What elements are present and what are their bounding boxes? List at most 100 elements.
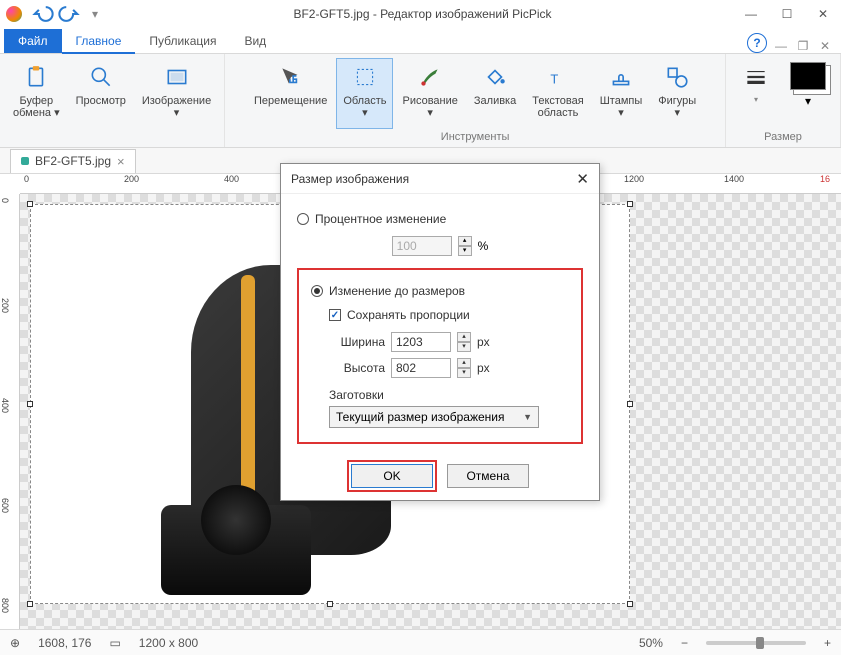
text-tool[interactable]: T Текстовая область bbox=[525, 58, 590, 129]
mdi-controls: — ❐ ✕ bbox=[773, 39, 833, 53]
preview-button[interactable]: Просмотр bbox=[69, 58, 133, 145]
handle-br[interactable] bbox=[627, 601, 633, 607]
zoom-out[interactable]: − bbox=[681, 636, 688, 650]
doc-tab-close[interactable]: × bbox=[117, 154, 125, 169]
dialog-close-button[interactable]: ✕ bbox=[576, 170, 589, 188]
presets-label: Заготовки bbox=[329, 388, 569, 402]
close-button[interactable]: ✕ bbox=[811, 7, 835, 21]
radio-percent-label: Процентное изменение bbox=[315, 212, 446, 226]
select-icon bbox=[351, 63, 379, 91]
tab-home[interactable]: Главное bbox=[62, 29, 136, 53]
ok-button[interactable]: OK bbox=[351, 464, 433, 488]
radio-pixels-label: Изменение до размеров bbox=[329, 284, 465, 298]
qat-more-button[interactable]: ▾ bbox=[84, 4, 106, 24]
group-size-label: Размер bbox=[764, 129, 802, 145]
image-icon bbox=[163, 63, 191, 91]
select-tool[interactable]: Область ▾ bbox=[336, 58, 393, 129]
width-input[interactable] bbox=[391, 332, 451, 352]
fill-tool[interactable]: Заливка bbox=[467, 58, 523, 129]
radio-icon bbox=[311, 285, 323, 297]
tab-publish[interactable]: Публикация bbox=[135, 29, 230, 53]
lines-icon bbox=[742, 63, 770, 91]
height-spinner[interactable]: ▴▾ bbox=[457, 358, 471, 378]
zoom-slider[interactable] bbox=[706, 641, 806, 645]
image-button[interactable]: Изображение ▾ bbox=[135, 58, 218, 145]
stroke-weight[interactable]: ▾ bbox=[732, 58, 780, 129]
quick-access-toolbar: ▾ bbox=[32, 4, 106, 24]
bucket-icon bbox=[481, 63, 509, 91]
radio-percent[interactable]: Процентное изменение bbox=[297, 212, 583, 226]
stamps-tool[interactable]: Штампы ▾ bbox=[593, 58, 650, 129]
foreground-color[interactable] bbox=[790, 62, 826, 90]
shapes-tool[interactable]: Фигуры ▾ bbox=[651, 58, 703, 129]
handle-ml[interactable] bbox=[27, 401, 33, 407]
handle-mr[interactable] bbox=[627, 401, 633, 407]
text-icon: T bbox=[544, 63, 572, 91]
mdi-close[interactable]: ✕ bbox=[817, 39, 833, 53]
handle-tr[interactable] bbox=[627, 201, 633, 207]
help-button[interactable]: ? bbox=[747, 33, 767, 53]
mdi-minimize[interactable]: — bbox=[773, 39, 789, 53]
draw-tool[interactable]: Рисование ▾ bbox=[395, 58, 464, 129]
doc-tab[interactable]: BF2-GFT5.jpg × bbox=[10, 149, 136, 173]
ribbon-tabs: Файл Главное Публикация Вид ? — ❐ ✕ bbox=[0, 28, 841, 54]
dialog-title: Размер изображения bbox=[291, 172, 576, 186]
keep-ratio-checkbox[interactable]: ✓ Сохранять пропорции bbox=[329, 308, 569, 322]
app-icon bbox=[6, 6, 22, 22]
dialog-titlebar: Размер изображения ✕ bbox=[281, 164, 599, 194]
stamp-icon bbox=[607, 63, 635, 91]
shapes-icon bbox=[663, 63, 691, 91]
redo-button[interactable] bbox=[58, 4, 80, 24]
percent-spinner[interactable]: ▴▾ bbox=[458, 236, 472, 256]
window-controls: — ☐ ✕ bbox=[739, 7, 835, 21]
move-tool[interactable]: Перемещение bbox=[247, 58, 334, 129]
preview-icon bbox=[87, 63, 115, 91]
title-bar: ▾ BF2-GFT5.jpg - Редактор изображений Pi… bbox=[0, 0, 841, 28]
chevron-down-icon: ▼ bbox=[523, 412, 532, 422]
percent-unit: % bbox=[478, 239, 489, 253]
height-input[interactable] bbox=[391, 358, 451, 378]
zoom-in[interactable]: + bbox=[824, 636, 831, 650]
height-unit: px bbox=[477, 361, 490, 375]
handle-bl[interactable] bbox=[27, 601, 33, 607]
cancel-button[interactable]: Отмена bbox=[447, 464, 529, 488]
doc-icon bbox=[21, 157, 29, 165]
group-tools-label: Инструменты bbox=[441, 129, 510, 145]
width-spinner[interactable]: ▴▾ bbox=[457, 332, 471, 352]
ribbon: Буфер обмена ▾ Просмотр Изображение ▾ Пе… bbox=[0, 54, 841, 148]
move-icon bbox=[277, 63, 305, 91]
clipboard-button[interactable]: Буфер обмена ▾ bbox=[6, 58, 67, 145]
percent-input[interactable] bbox=[392, 236, 452, 256]
handle-bm[interactable] bbox=[327, 601, 333, 607]
coords-icon: ⊕ bbox=[10, 636, 20, 650]
tab-view[interactable]: Вид bbox=[230, 29, 280, 53]
radio-pixels[interactable]: Изменение до размеров bbox=[311, 284, 569, 298]
checkbox-icon: ✓ bbox=[329, 309, 341, 321]
tab-file[interactable]: Файл bbox=[4, 29, 62, 53]
highlighted-section: Изменение до размеров ✓ Сохранять пропор… bbox=[297, 268, 583, 444]
undo-button[interactable] bbox=[32, 4, 54, 24]
minimize-button[interactable]: — bbox=[739, 7, 763, 21]
cursor-coords: 1608, 176 bbox=[38, 636, 91, 650]
vertical-ruler: 0 200 400 600 800 bbox=[0, 194, 20, 629]
width-label: Ширина bbox=[329, 335, 385, 349]
presets-value: Текущий размер изображения bbox=[336, 410, 504, 424]
height-label: Высота bbox=[329, 361, 385, 375]
window-title: BF2-GFT5.jpg - Редактор изображений PicP… bbox=[106, 7, 739, 21]
color-swatch[interactable]: ▾ bbox=[782, 58, 834, 129]
status-bar: ⊕ 1608, 176 ▭ 1200 x 800 50% − + bbox=[0, 629, 841, 655]
mdi-restore[interactable]: ❐ bbox=[795, 39, 811, 53]
size-icon: ▭ bbox=[109, 636, 120, 650]
svg-text:T: T bbox=[550, 72, 558, 87]
zoom-value: 50% bbox=[639, 636, 663, 650]
clipboard-icon bbox=[22, 63, 50, 91]
doc-tab-label: BF2-GFT5.jpg bbox=[35, 154, 111, 168]
resize-dialog: Размер изображения ✕ Процентное изменени… bbox=[280, 163, 600, 501]
radio-icon bbox=[297, 213, 309, 225]
keep-ratio-label: Сохранять пропорции bbox=[347, 308, 470, 322]
maximize-button[interactable]: ☐ bbox=[775, 7, 799, 21]
width-unit: px bbox=[477, 335, 490, 349]
brush-icon bbox=[416, 63, 444, 91]
presets-combo[interactable]: Текущий размер изображения ▼ bbox=[329, 406, 539, 428]
handle-tl[interactable] bbox=[27, 201, 33, 207]
